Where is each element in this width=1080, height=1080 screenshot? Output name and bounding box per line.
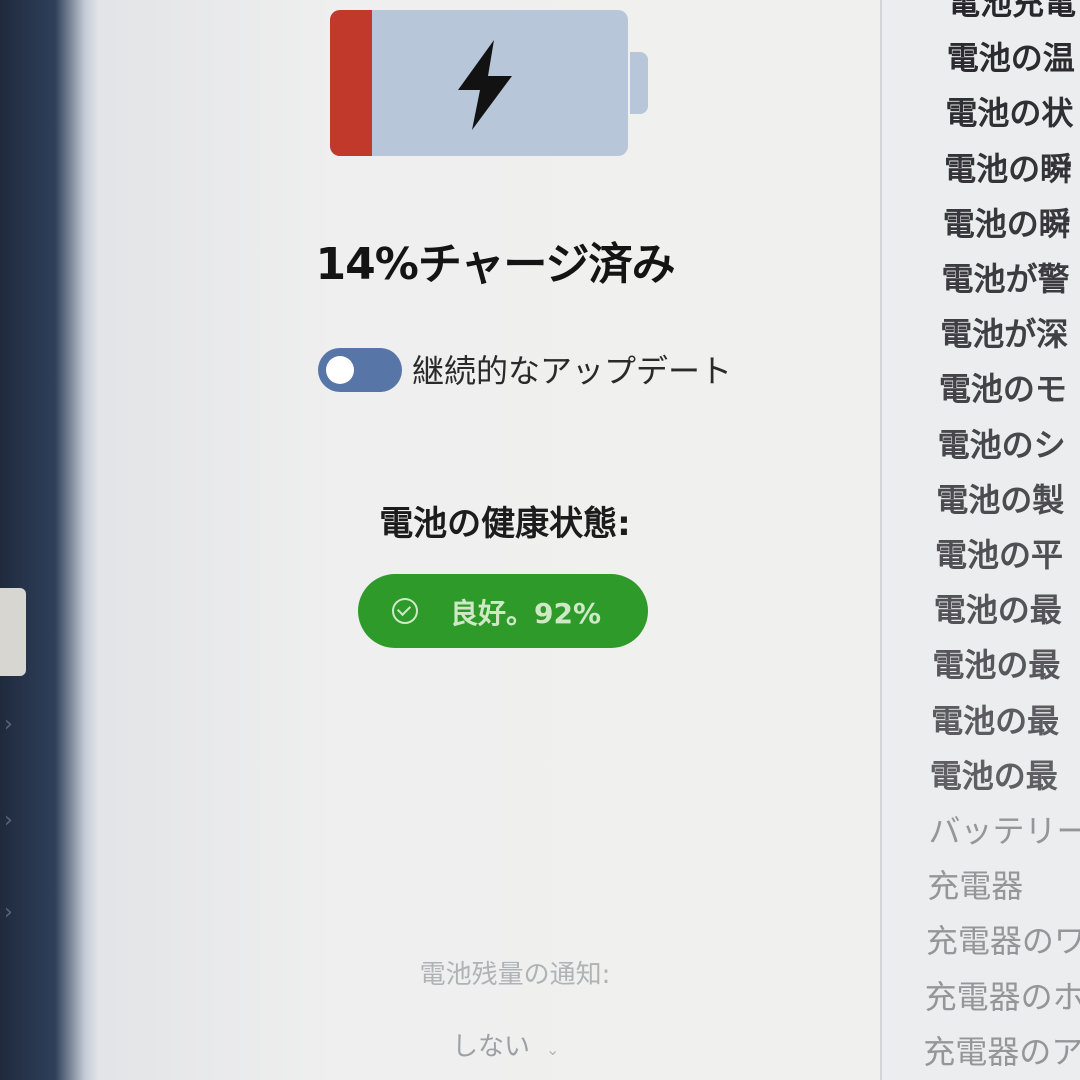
battery-detail-row: 電池の最 <box>932 646 1061 685</box>
check-circle-icon <box>392 598 418 624</box>
battery-detail-row: 電池の瞬 <box>944 149 1073 188</box>
battery-terminal <box>630 52 648 114</box>
battery-charge-fill <box>330 10 372 156</box>
toggle-knob <box>326 356 354 384</box>
chevron-down-icon: ⌄ <box>546 1040 560 1059</box>
battery-detail-row: 電池の状 <box>945 94 1074 133</box>
battery-health-title: 電池の健康状態: <box>379 504 631 544</box>
lightning-bolt-icon <box>458 40 512 130</box>
battery-notification-value: しない <box>452 1032 531 1062</box>
battery-detail-row: 電池充電 <box>948 0 1077 22</box>
battery-notification-select[interactable]: しない ⌄ <box>452 1026 559 1063</box>
battery-app-window: › › › 14%チャージ済み 継続的なアップデート 電池の健康状態: 良好。9… <box>0 0 1080 1080</box>
chevron-right-icon[interactable]: › <box>4 712 13 737</box>
battery-detail-row: 電池が警 <box>941 260 1070 298</box>
battery-details-panel: 電池充電 電池の温 電池の状 電池の瞬 電池の瞬 電池が警 電池が深 電池のモ 電池のシ 電池の製… <box>882 0 1080 1080</box>
battery-detail-row: 電池の瞬 <box>942 204 1071 243</box>
battery-detail-row: 電池の最 <box>929 756 1058 795</box>
left-sidebar: › › › <box>0 0 100 1080</box>
battery-detail-row: 電池のシ <box>937 425 1066 464</box>
chevron-right-icon[interactable]: › <box>4 808 13 833</box>
battery-health-value: 良好。92% <box>450 597 602 630</box>
battery-detail-row: 充電器のワ <box>925 922 1080 961</box>
battery-detail-row: 電池の温 <box>946 39 1075 78</box>
battery-detail-row: 電池が深 <box>940 315 1069 354</box>
battery-detail-row: 電池の製 <box>936 480 1065 519</box>
battery-detail-row: 充電器 <box>927 867 1024 906</box>
battery-detail-row: 電池の最 <box>933 591 1062 630</box>
battery-detail-row: 充電器のホ <box>924 977 1080 1016</box>
continuous-update-toggle[interactable] <box>318 348 402 392</box>
battery-detail-row: バッテリー累 <box>928 812 1080 850</box>
battery-health-badge: 良好。92% <box>358 574 648 648</box>
sidebar-selected-tab[interactable] <box>0 588 26 676</box>
battery-notification-label: 電池残量の通知: <box>419 960 611 990</box>
charge-status-text: 14%チャージ済み <box>315 239 676 290</box>
battery-detail-row: 電池の最 <box>931 701 1060 740</box>
battery-detail-row: 電池の平 <box>935 536 1064 574</box>
battery-detail-row: 電池のモ <box>938 370 1067 409</box>
chevron-right-icon[interactable]: › <box>4 900 13 925</box>
battery-detail-row: 充電器のア <box>923 1032 1080 1071</box>
continuous-update-label: 継続的なアップデート <box>412 352 733 390</box>
